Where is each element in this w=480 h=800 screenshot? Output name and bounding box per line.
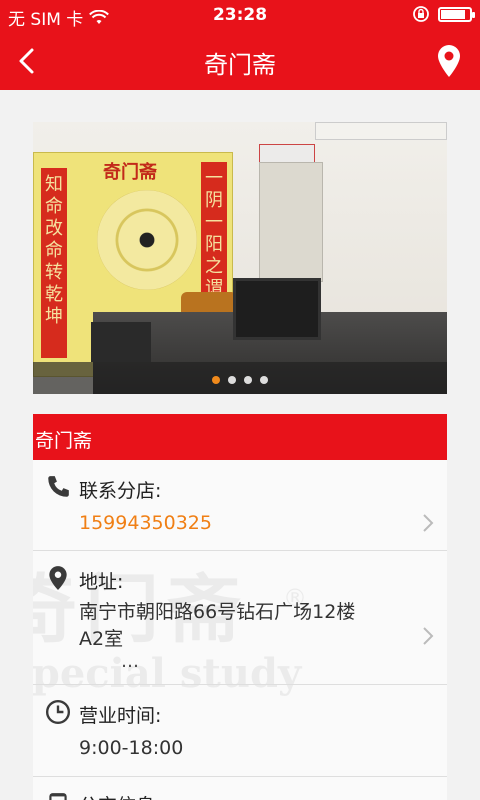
map-pin-button[interactable] bbox=[436, 44, 462, 78]
status-bar: 无 SIM 卡 23:28 bbox=[0, 0, 480, 32]
left-couplet: 知命改命转乾坤 bbox=[41, 168, 67, 358]
cabinet bbox=[259, 162, 323, 282]
status-time: 23:28 bbox=[212, 5, 268, 25]
hours-row: 营业时间: 9:00-18:00 bbox=[33, 685, 447, 777]
chevron-right-icon bbox=[423, 627, 434, 645]
carousel-dot[interactable] bbox=[244, 376, 252, 384]
printer bbox=[91, 322, 151, 362]
carousel-dot[interactable] bbox=[212, 376, 220, 384]
address-line1: 南宁市朝阳路66号钻石广场12楼 bbox=[79, 601, 356, 623]
address-row[interactable]: 地址: 南宁市朝阳路66号钻石广场12楼 A2室 … bbox=[33, 551, 447, 685]
address-more: … bbox=[121, 651, 139, 672]
monitor bbox=[233, 278, 321, 340]
cabinet-box bbox=[259, 144, 315, 164]
phone-number[interactable]: 15994350325 bbox=[79, 510, 212, 537]
store-photo-carousel[interactable]: 知命改命转乾坤 一阴一阳之谓道 奇门斋 bbox=[33, 122, 447, 394]
phone-label: 联系分店: bbox=[79, 480, 162, 502]
bus-icon bbox=[49, 793, 67, 800]
carousel-dots bbox=[33, 376, 447, 384]
chevron-right-icon bbox=[423, 514, 434, 532]
bus-label: 公交信息: bbox=[79, 791, 161, 800]
hours-value: 9:00-18:00 bbox=[79, 737, 184, 759]
carousel-dot[interactable] bbox=[260, 376, 268, 384]
rotation-lock-icon bbox=[413, 6, 429, 22]
phone-row[interactable]: 联系分店: 15994350325 bbox=[33, 460, 447, 551]
battery-icon bbox=[438, 6, 475, 22]
poster-title: 奇门斋 bbox=[103, 162, 157, 183]
bus-row[interactable]: 公交信息: bbox=[33, 777, 447, 800]
location-pin-icon bbox=[49, 566, 67, 590]
address-line2: A2室 bbox=[79, 628, 124, 650]
phone-icon bbox=[48, 476, 69, 497]
address-label: 地址: bbox=[79, 571, 124, 593]
hours-label: 营业时间: bbox=[79, 705, 162, 727]
store-name-header: 奇门斋 bbox=[33, 414, 447, 460]
air-conditioner bbox=[315, 122, 447, 140]
nav-bar: 奇门斋 bbox=[0, 32, 480, 90]
clock-icon bbox=[45, 699, 71, 725]
store-info-card: 奇门斋 ® Special study 联系分店: 15994350325 地址… bbox=[33, 460, 447, 800]
carousel-dot[interactable] bbox=[228, 376, 236, 384]
bagua-diagram bbox=[97, 190, 197, 290]
page-title: 奇门斋 bbox=[204, 51, 276, 79]
